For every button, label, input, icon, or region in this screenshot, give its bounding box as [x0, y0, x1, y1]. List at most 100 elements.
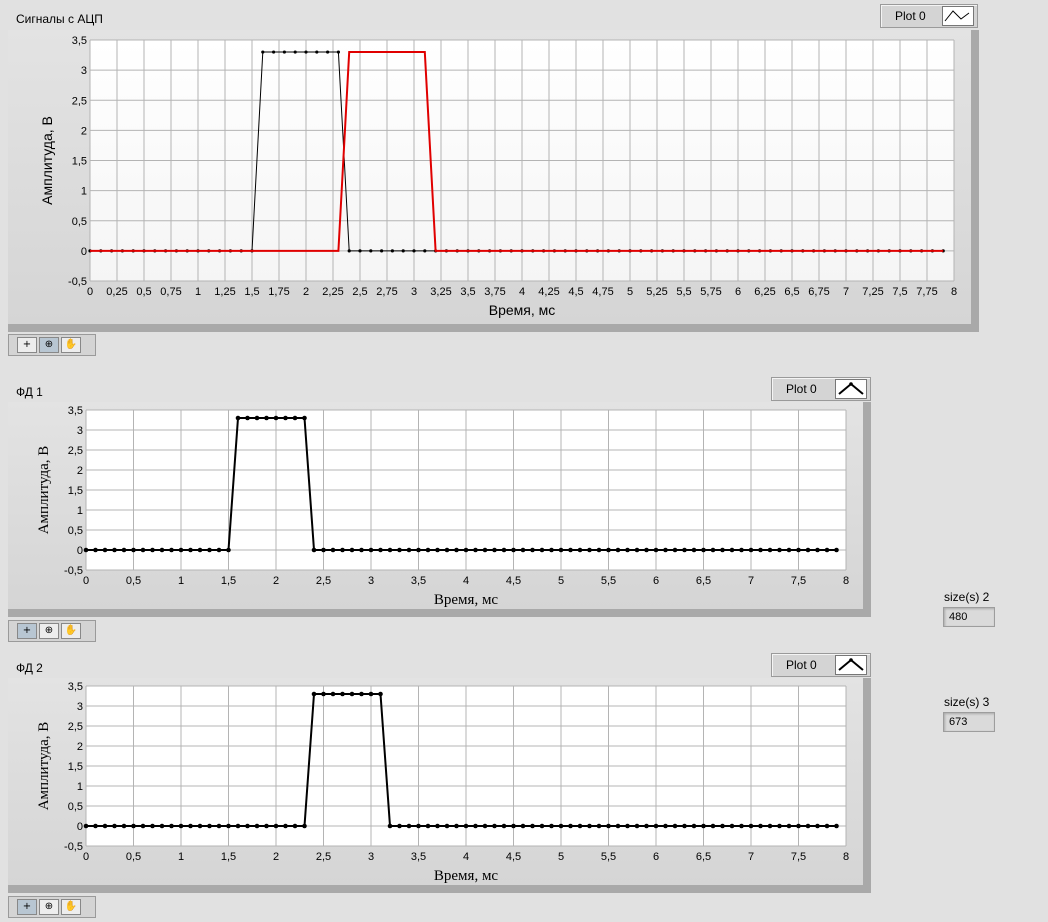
- data-point: [796, 547, 801, 553]
- x-tick-label: 2: [303, 286, 309, 298]
- data-point: [482, 547, 488, 553]
- plot-legend-adc[interactable]: Plot 0: [880, 4, 978, 28]
- x-tick-label: 5,25: [646, 286, 667, 298]
- data-point: [786, 823, 792, 829]
- data-point: [378, 691, 383, 697]
- x-tick-label: 0,5: [126, 575, 141, 587]
- y-tick-label: 2,5: [68, 445, 83, 457]
- pan-hand-icon[interactable]: ✋: [61, 623, 81, 639]
- data-point: [568, 823, 573, 829]
- data-point: [701, 823, 706, 829]
- data-point: [264, 415, 269, 421]
- data-point: [293, 50, 297, 54]
- y-axis-title: Амплитуда, В: [36, 446, 52, 535]
- data-point: [245, 823, 250, 829]
- y-tick-label: 3: [77, 701, 83, 713]
- x-tick-label: 7,5: [791, 575, 806, 587]
- data-point: [83, 823, 89, 829]
- data-point: [169, 547, 174, 553]
- cursor-tool-icon[interactable]: +: [17, 337, 37, 353]
- data-point: [805, 547, 811, 553]
- data-point: [358, 249, 362, 253]
- plot-legend-label: Plot 0: [786, 658, 817, 672]
- y-tick-label: 1: [77, 505, 83, 517]
- data-point: [425, 547, 431, 553]
- data-point: [369, 249, 373, 253]
- x-tick-label: 0: [83, 851, 89, 863]
- plot-legend-label: Plot 0: [895, 9, 926, 23]
- data-point: [140, 547, 146, 553]
- data-point: [302, 415, 307, 421]
- data-point: [482, 823, 488, 829]
- data-point: [796, 823, 801, 829]
- y-tick-label: 0: [77, 821, 83, 833]
- plot-legend-fd1[interactable]: Plot 0: [771, 377, 871, 401]
- x-tick-label: 6,75: [808, 286, 829, 298]
- data-point: [549, 823, 554, 829]
- x-tick-label: 3: [368, 575, 374, 587]
- data-point: [254, 415, 260, 421]
- x-axis-title: Время, мс: [489, 302, 556, 318]
- plot-legend-fd2[interactable]: Plot 0: [771, 653, 871, 677]
- x-tick-label: 5,5: [676, 286, 691, 298]
- data-point: [606, 547, 611, 553]
- x-tick-label: 7: [748, 575, 754, 587]
- x-tick-label: 8: [843, 851, 849, 863]
- data-point: [435, 823, 440, 829]
- data-point: [159, 823, 165, 829]
- x-tick-label: 3,5: [411, 575, 426, 587]
- x-tick-label: 2,5: [316, 851, 331, 863]
- data-point: [283, 415, 288, 421]
- graph-fd1[interactable]: 3,5 3 2,5 2 1,5 1 0,5 0 -0,5 0 0,5 1 1,5 2 2,5 3 3,5 4 4,5…: [8, 402, 871, 617]
- data-point: [473, 823, 478, 829]
- line-style-icon[interactable]: [942, 6, 974, 26]
- y-tick-label: 2: [81, 125, 87, 137]
- pan-hand-icon[interactable]: ✋: [61, 899, 81, 915]
- data-point: [330, 691, 336, 697]
- data-point: [261, 50, 265, 54]
- cursor-tool-icon[interactable]: +: [17, 623, 37, 639]
- size-3-indicator: 673: [943, 712, 995, 732]
- data-point: [416, 547, 421, 553]
- graph-title-fd1: ФД 1: [16, 385, 43, 399]
- y-tick-label: 0,5: [68, 525, 83, 537]
- data-point: [264, 823, 269, 829]
- data-point: [188, 547, 193, 553]
- x-tick-label: 7,5: [892, 286, 907, 298]
- graph-adc[interactable]: 3,5 3 2,5 2 1,5 1 0,5 0 -0,5 0 0,25 0,5 0,75 1 1,25 1,5…: [8, 30, 979, 332]
- x-tick-label: 3: [411, 286, 417, 298]
- data-point: [102, 547, 108, 553]
- line-style-icon[interactable]: [835, 655, 867, 675]
- x-tick-label: 6,5: [696, 851, 711, 863]
- data-point: [777, 823, 782, 829]
- data-point: [368, 691, 374, 697]
- zoom-tool-icon[interactable]: ⊕: [39, 623, 59, 639]
- cursor-tool-icon[interactable]: +: [17, 899, 37, 915]
- x-tick-label: 0: [87, 286, 93, 298]
- graph-fd2[interactable]: 3,5 3 2,5 2 1,5 1 0,5 0 -0,5 0 0,5 1 1,5 2 2,5 3 3,5 4 4,5…: [8, 678, 871, 893]
- graph-title-adc: Сигналы с АЦП: [16, 12, 103, 26]
- pan-hand-icon[interactable]: ✋: [61, 337, 81, 353]
- line-style-icon[interactable]: [835, 379, 867, 399]
- data-point: [178, 547, 184, 553]
- zoom-tool-icon[interactable]: ⊕: [39, 899, 59, 915]
- data-point: [235, 415, 241, 421]
- zoom-tool-icon[interactable]: ⊕: [39, 337, 59, 353]
- x-tick-label: 0,5: [126, 851, 141, 863]
- data-point: [739, 823, 744, 829]
- y-tick-label: -0,5: [64, 565, 83, 577]
- data-point: [112, 547, 117, 553]
- x-tick-label: 0: [83, 575, 89, 587]
- data-point: [93, 547, 98, 553]
- data-point: [416, 823, 421, 829]
- x-tick-label: 4: [463, 575, 469, 587]
- data-point: [644, 547, 649, 553]
- data-point: [292, 823, 298, 829]
- data-point: [767, 823, 773, 829]
- data-point: [454, 547, 459, 553]
- y-tick-label: 3: [77, 425, 83, 437]
- data-point: [520, 547, 526, 553]
- data-point: [834, 547, 839, 553]
- data-point: [596, 547, 602, 553]
- x-axis-title: Время, мс: [434, 868, 499, 884]
